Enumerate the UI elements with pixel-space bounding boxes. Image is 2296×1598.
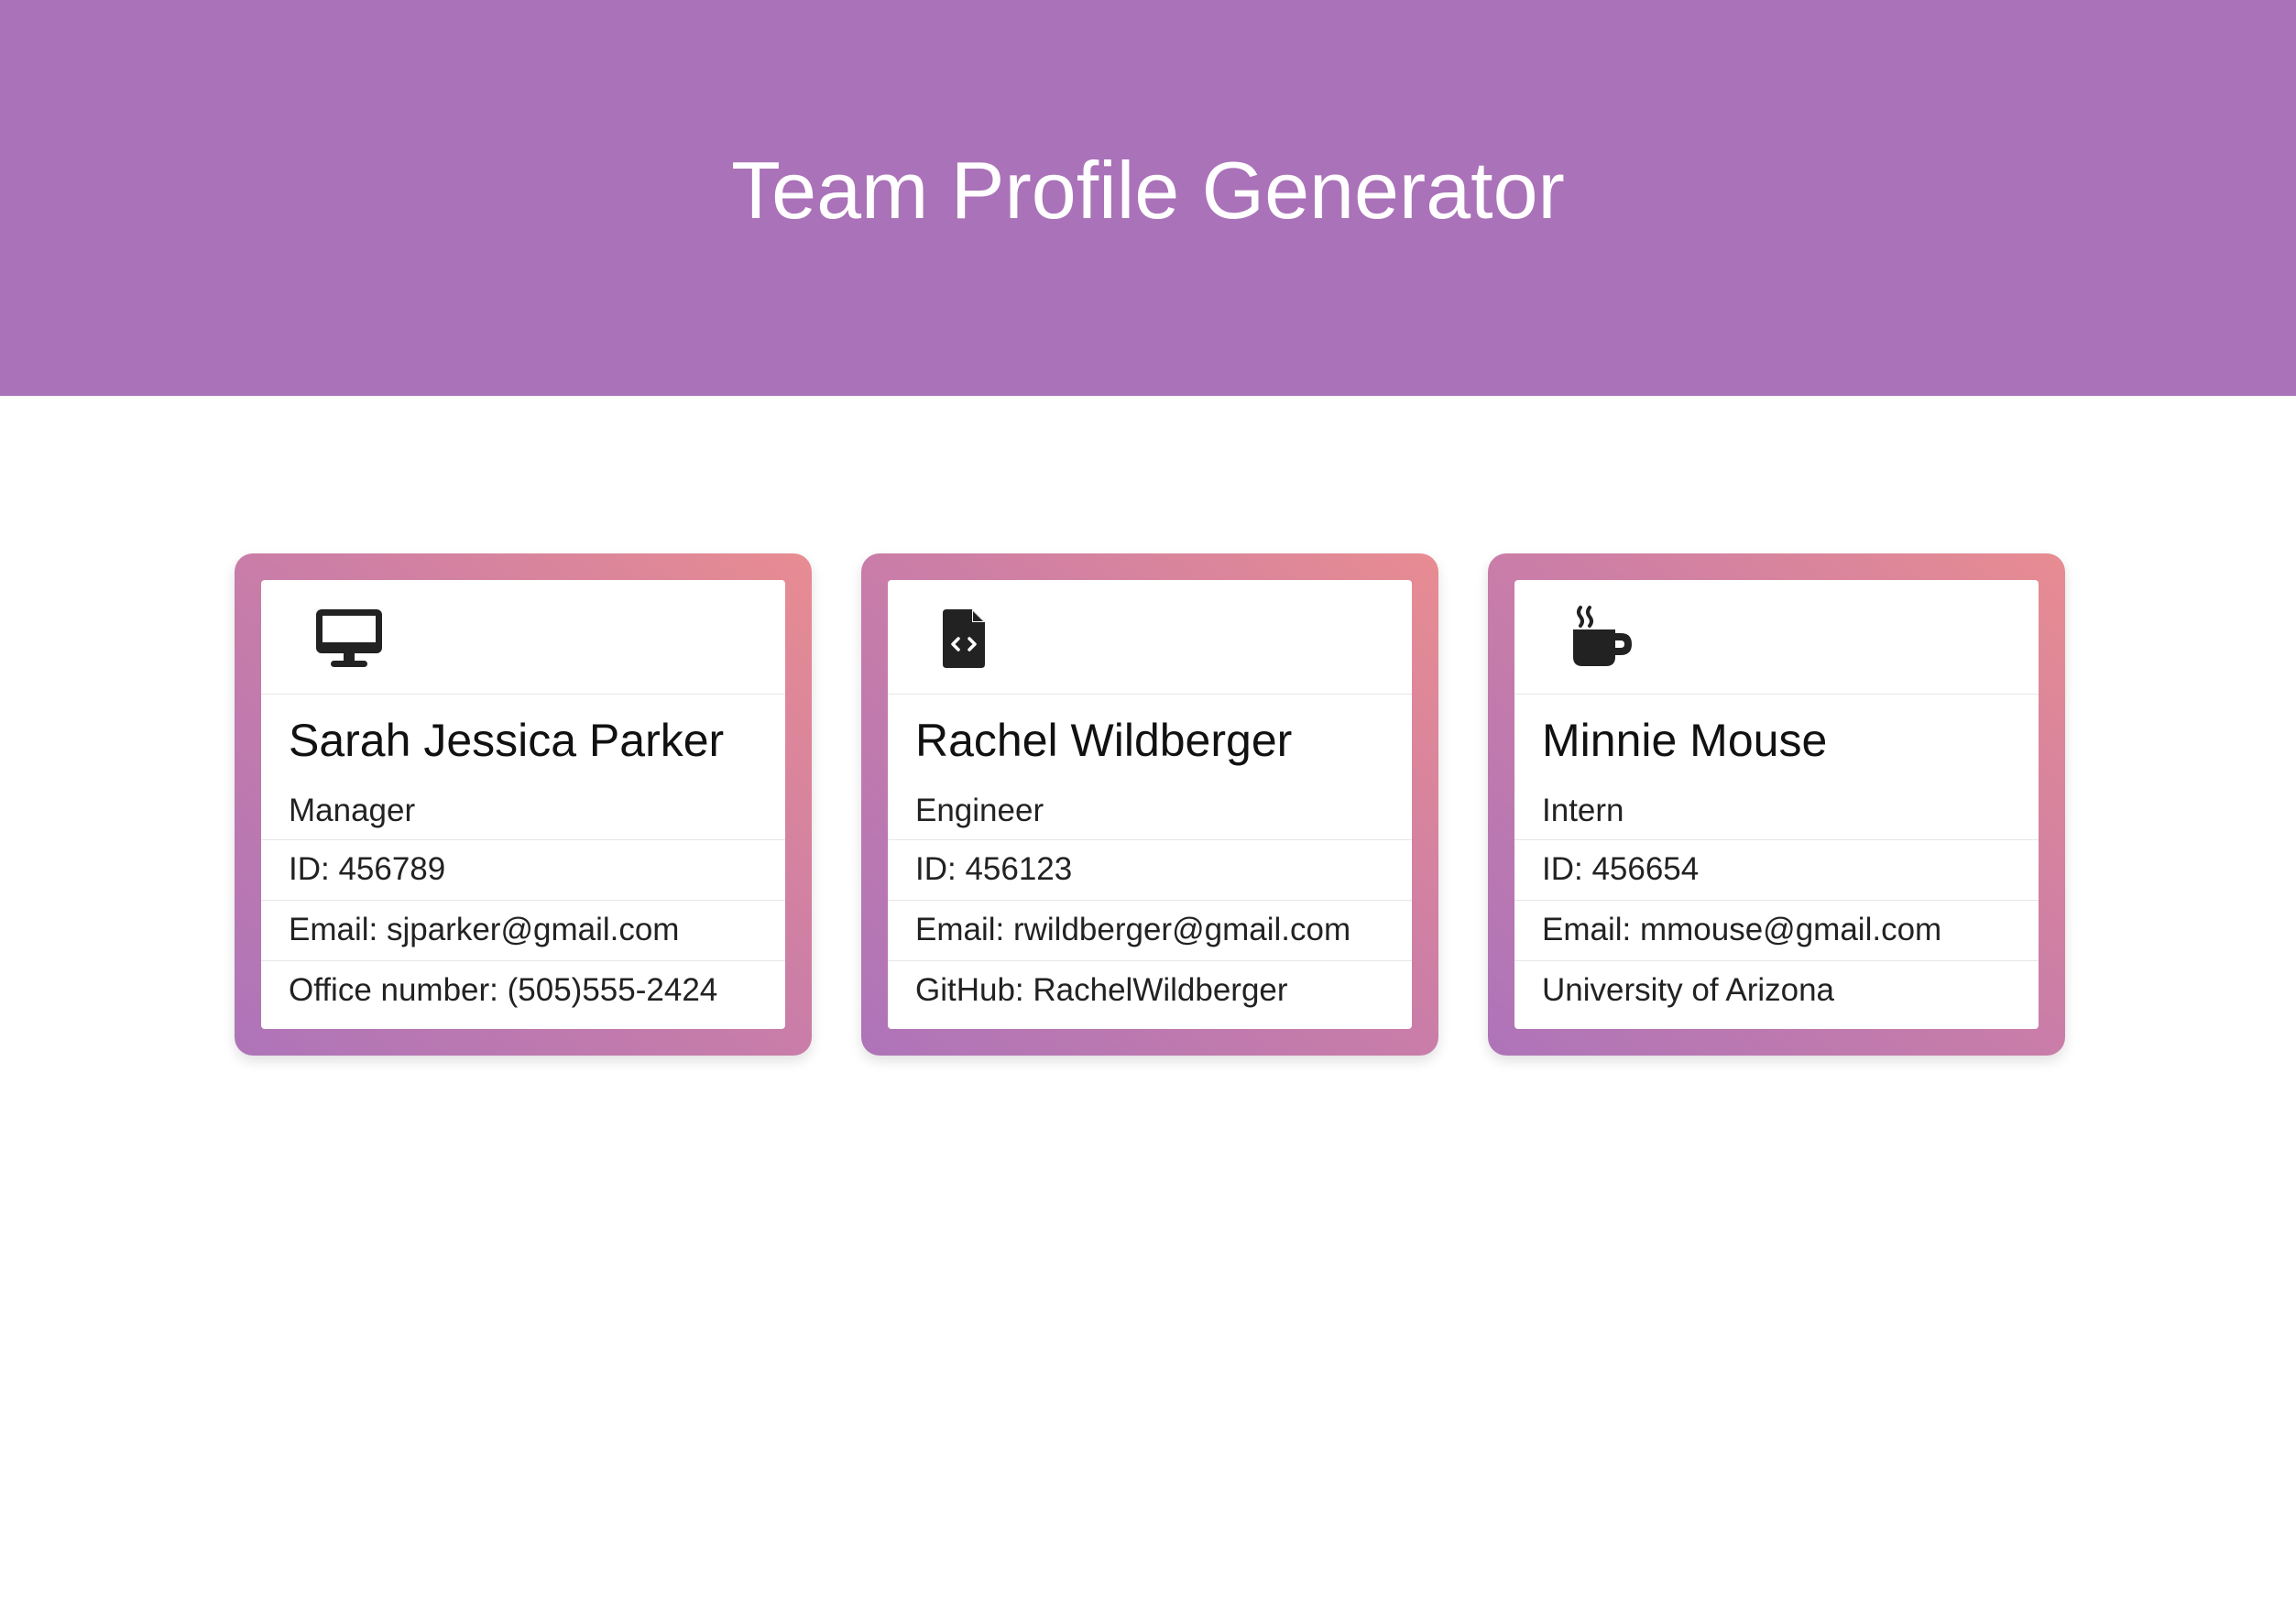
employee-name: Minnie Mouse <box>1542 715 1828 766</box>
card-icon-row <box>1514 580 2039 695</box>
employee-card-engineer: Rachel Wildberger Engineer ID: 456123 Em… <box>861 553 1438 1056</box>
employee-role: Intern <box>1542 793 1624 828</box>
file-code-icon <box>941 607 1011 670</box>
card-body: Sarah Jessica Parker Manager ID: 456789 … <box>261 580 785 1029</box>
card-icon-row <box>261 580 785 695</box>
card-icon-row <box>888 580 1412 695</box>
employee-id: ID: 456123 <box>888 839 1412 900</box>
employee-email[interactable]: Email: rwildberger@gmail.com <box>888 900 1412 960</box>
employee-email[interactable]: Email: mmouse@gmail.com <box>1514 900 2039 960</box>
employee-card-intern: Minnie Mouse Intern ID: 456654 Email: mm… <box>1488 553 2065 1056</box>
card-body: Rachel Wildberger Engineer ID: 456123 Em… <box>888 580 1412 1029</box>
page-header: Team Profile Generator <box>0 0 2296 396</box>
employee-role: Engineer <box>915 793 1044 828</box>
employee-card-manager: Sarah Jessica Parker Manager ID: 456789 … <box>235 553 812 1056</box>
employee-office-number: Office number: (505)555-2424 <box>261 960 785 1021</box>
card-body: Minnie Mouse Intern ID: 456654 Email: mm… <box>1514 580 2039 1029</box>
employee-school: University of Arizona <box>1514 960 2039 1021</box>
coffee-mug-icon <box>1569 604 1639 666</box>
employee-role: Manager <box>289 793 416 828</box>
employee-name: Rachel Wildberger <box>915 715 1293 766</box>
employee-id: ID: 456789 <box>261 839 785 900</box>
employee-id: ID: 456654 <box>1514 839 2039 900</box>
page-title: Team Profile Generator <box>731 145 1565 235</box>
employee-name: Sarah Jessica Parker <box>289 715 725 766</box>
employee-email[interactable]: Email: sjparker@gmail.com <box>261 900 785 960</box>
desktop-icon <box>314 607 384 670</box>
employee-github[interactable]: GitHub: RachelWildberger <box>888 960 1412 1021</box>
